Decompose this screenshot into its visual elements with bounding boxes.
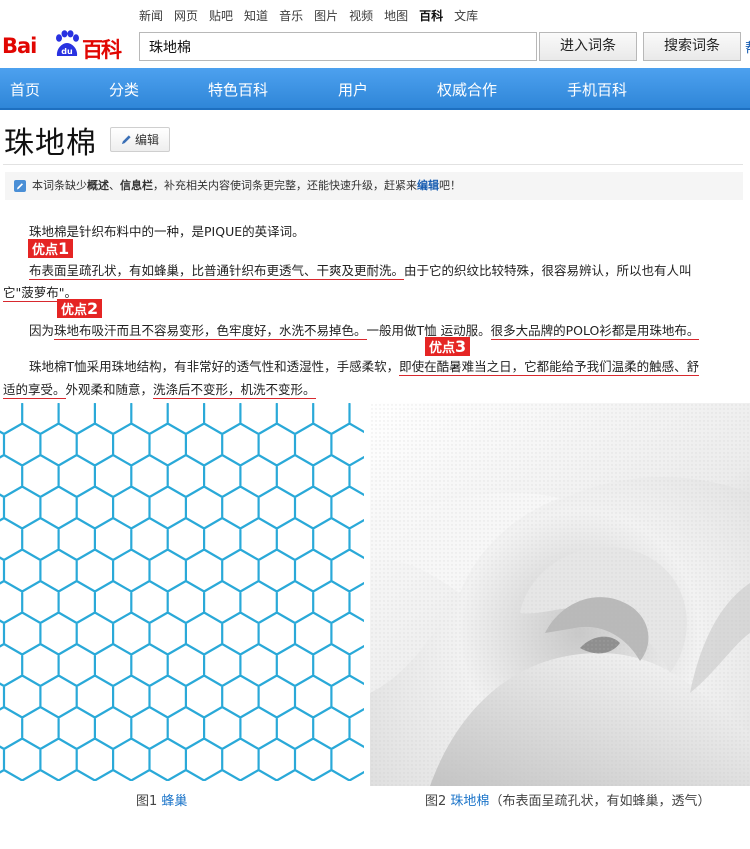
- search-entry-button[interactable]: 搜索词条: [643, 32, 741, 61]
- para-advantage-2-mid: 一般用做T恤 运动服。: [366, 323, 491, 338]
- search-input[interactable]: [139, 32, 537, 61]
- notice-missing-infobox: 信息栏: [120, 179, 153, 192]
- figure-2-label: 图2: [425, 794, 447, 809]
- advantage-tag-1: 优点1: [28, 239, 74, 258]
- para-intro: 珠地棉是针织布料中的一种，是PIQUE的英译词。: [29, 224, 305, 239]
- baidu-baike-logo[interactable]: Bai du 百科: [2, 24, 128, 64]
- para-appearance: 外观柔和随意，: [65, 382, 154, 397]
- pencil-icon: [121, 135, 131, 145]
- highlight-no-deform: 洗涤后不变形，机洗不变形。: [153, 382, 316, 399]
- notice-middle: ，补充相关内容使词条更完整，还能快速升级，赶紧来: [153, 179, 417, 192]
- incomplete-entry-notice: 本词条缺少概述、信息栏，补充相关内容使词条更完整，还能快速升级，赶紧来编辑吧！: [5, 172, 743, 200]
- para-advantage-3-lead: 珠地棉T恤采用珠地结构，有非常好的透气性和透湿性，手感柔软，: [29, 359, 400, 374]
- logo-text-bai: Bai: [2, 34, 37, 58]
- advantage-tag-number: 2: [87, 299, 99, 318]
- nav-link-web[interactable]: 网页: [174, 7, 198, 25]
- nav-link-video[interactable]: 视频: [349, 7, 373, 25]
- figure-2-description: （布表面呈疏孔状，有如蜂巢，透气）: [489, 794, 711, 809]
- nav-link-news[interactable]: 新闻: [139, 7, 163, 25]
- pique-fabric-image: [370, 403, 750, 786]
- honeycomb-image: [0, 403, 364, 781]
- main-menu: 首页 分类 特色百科 用户 权威合作 手机百科: [0, 68, 750, 110]
- honeycomb-pattern: [0, 403, 364, 781]
- notice-missing-summary: 概述: [87, 179, 109, 192]
- logo-text-baike: 百科: [82, 38, 122, 62]
- para-advantage-1: 布表面呈疏孔状，有如蜂巢，比普通针织布更透气、干爽及更耐洗。由于它的织纹比较特殊…: [29, 260, 692, 280]
- nav-link-baike[interactable]: 百科: [419, 7, 443, 25]
- nav-link-zhidao[interactable]: 知道: [244, 7, 268, 25]
- page-title: 珠地棉: [4, 126, 97, 161]
- notice-pencil-icon: [14, 180, 26, 192]
- menu-item-mobile[interactable]: 手机百科: [567, 79, 627, 100]
- menu-item-home[interactable]: 首页: [10, 79, 40, 100]
- advantage-tag-label: 优点: [429, 341, 456, 356]
- advantage-tag-number: 1: [58, 239, 70, 258]
- fabric-swirl-illustration: [370, 403, 750, 786]
- edit-button-label: 编辑: [134, 133, 159, 147]
- figure-2-caption: 图2 珠地棉（布表面呈疏孔状，有如蜂巢，透气）: [425, 790, 710, 809]
- honeycomb-cells: [0, 403, 364, 781]
- nav-link-images[interactable]: 图片: [314, 7, 338, 25]
- nav-link-wenku[interactable]: 文库: [454, 7, 478, 25]
- nav-link-music[interactable]: 音乐: [279, 7, 303, 25]
- highlight-polo-brands: 很多大品牌的POLO衫都是用珠地布。: [490, 323, 700, 340]
- top-nav: 新闻 网页 贴吧 知道 音乐 图片 视频 地图 百科 文库: [139, 7, 489, 25]
- highlight-breathable: 布表面呈疏孔状，有如蜂巢，比普通针织布更透气、干爽及更耐洗。: [29, 263, 405, 280]
- notice-prefix: 本词条缺少: [32, 179, 87, 192]
- nav-link-tieba[interactable]: 贴吧: [209, 7, 233, 25]
- notice-suffix: 吧！: [439, 179, 461, 192]
- para-advantage-3-cont: 适的享受。外观柔和随意，洗涤后不变形，机洗不变形。: [3, 379, 316, 399]
- figure-1-caption: 图1 蜂巢: [136, 790, 187, 809]
- notice-sep: 、: [109, 179, 120, 192]
- highlight-comfort: 适的享受。: [3, 382, 66, 399]
- baidu-paw-icon: du: [56, 30, 79, 56]
- highlight-gentle-touch: 即使在酷暑难当之日，它都能给予我们温柔的触感、舒: [399, 359, 700, 376]
- menu-item-partners[interactable]: 权威合作: [437, 79, 497, 100]
- advantage-tag-3: 优点3: [425, 337, 471, 356]
- help-link[interactable]: 帮: [745, 38, 750, 58]
- highlight-sweat-absorbing: 珠地布吸汗而且不容易变形，色牢度好，水洗不易掉色。: [54, 323, 367, 340]
- figure-1-label: 图1: [136, 794, 158, 809]
- nav-link-map[interactable]: 地图: [384, 7, 408, 25]
- advantage-tag-label: 优点: [61, 303, 88, 318]
- menu-item-featured[interactable]: 特色百科: [208, 79, 268, 100]
- notice-edit-link[interactable]: 编辑: [417, 179, 439, 192]
- logo-text-du: du: [61, 47, 73, 56]
- menu-item-category[interactable]: 分类: [109, 79, 139, 100]
- edit-button[interactable]: 编辑: [110, 127, 170, 152]
- advantage-tag-number: 3: [455, 337, 467, 356]
- title-divider: [3, 164, 743, 165]
- para-advantage-2-lead: 因为: [29, 323, 55, 338]
- figure-1-link[interactable]: 蜂巢: [161, 794, 187, 809]
- para-advantage-2: 因为珠地布吸汗而且不容易变形，色牢度好，水洗不易掉色。一般用做T恤 运动服。很多…: [29, 320, 700, 340]
- advantage-tag-2: 优点2: [57, 299, 103, 318]
- menu-item-users[interactable]: 用户: [338, 79, 368, 100]
- para-advantage-1-rest: 由于它的织纹比较特殊，很容易辨认，所以也有人叫: [404, 263, 692, 278]
- figure-2-link[interactable]: 珠地棉: [450, 794, 489, 809]
- advantage-tag-label: 优点: [32, 243, 59, 258]
- enter-entry-button[interactable]: 进入词条: [539, 32, 637, 61]
- para-advantage-3: 珠地棉T恤采用珠地结构，有非常好的透气性和透湿性，手感柔软，即使在酷暑难当之日，…: [29, 356, 700, 376]
